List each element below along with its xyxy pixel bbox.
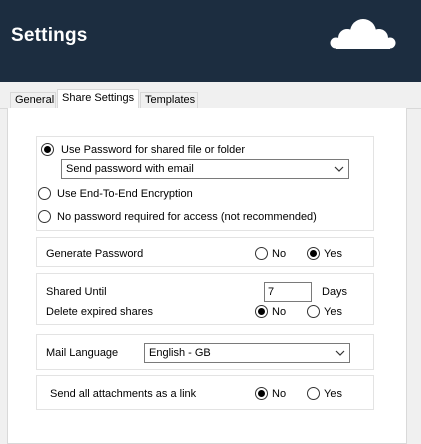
shared-until-unit: Days bbox=[322, 286, 348, 298]
mail-language-select[interactable]: English - GB bbox=[144, 343, 350, 363]
generate-password-no-radio[interactable] bbox=[255, 247, 268, 260]
tab-bar: General Share Settings Templates bbox=[0, 82, 421, 109]
chevron-down-icon bbox=[335, 350, 345, 356]
mail-language-value: English - GB bbox=[149, 347, 211, 359]
attachments-no-label: No bbox=[272, 388, 287, 400]
generate-password-no-label: No bbox=[272, 248, 287, 260]
delete-expired-label: Delete expired shares bbox=[46, 306, 154, 318]
attachments-no-radio[interactable] bbox=[255, 387, 268, 400]
tab-share-settings[interactable]: Share Settings bbox=[57, 89, 139, 109]
password-group: Use Password for shared file or folder S… bbox=[36, 136, 374, 231]
delete-expired-no-label: No bbox=[272, 306, 287, 318]
cloud-logo-icon bbox=[330, 19, 396, 49]
use-password-label: Use Password for shared file or folder bbox=[61, 144, 246, 156]
attachments-group: Send all attachments as a link No Yes bbox=[36, 375, 374, 410]
generate-password-yes-radio[interactable] bbox=[307, 247, 320, 260]
tab-general[interactable]: General bbox=[10, 92, 56, 109]
delete-expired-yes-label: Yes bbox=[324, 306, 342, 318]
password-method-value: Send password with email bbox=[66, 163, 194, 175]
delete-expired-yes-radio[interactable] bbox=[307, 305, 320, 318]
share-settings-panel: Use Password for shared file or folder S… bbox=[7, 108, 407, 444]
shared-until-label: Shared Until bbox=[46, 286, 107, 298]
no-password-radio[interactable] bbox=[38, 210, 51, 223]
password-method-select[interactable]: Send password with email bbox=[61, 159, 349, 179]
e2e-encryption-radio[interactable] bbox=[38, 187, 51, 200]
attachments-yes-label: Yes bbox=[324, 388, 342, 400]
expiration-group: Shared Until + 7 Days Delete expired sha… bbox=[36, 273, 374, 325]
mail-language-group: Mail Language English - GB bbox=[36, 334, 374, 370]
mail-language-label: Mail Language bbox=[46, 347, 119, 359]
generate-password-label: Generate Password bbox=[46, 248, 144, 260]
delete-expired-no-radio[interactable] bbox=[255, 305, 268, 318]
page-title: Settings bbox=[11, 25, 88, 46]
shared-until-days-input[interactable]: 7 bbox=[264, 282, 312, 302]
use-password-radio[interactable] bbox=[41, 143, 54, 156]
chevron-down-icon bbox=[334, 166, 344, 172]
header-bar: Settings bbox=[0, 0, 421, 82]
attachments-link-label: Send all attachments as a link bbox=[50, 388, 197, 400]
attachments-yes-radio[interactable] bbox=[307, 387, 320, 400]
generate-password-group: Generate Password No Yes bbox=[36, 237, 374, 267]
tab-templates[interactable]: Templates bbox=[140, 92, 198, 109]
generate-password-yes-label: Yes bbox=[324, 248, 342, 260]
e2e-encryption-label: Use End-To-End Encryption bbox=[57, 188, 193, 200]
no-password-label: No password required for access (not rec… bbox=[57, 211, 317, 223]
